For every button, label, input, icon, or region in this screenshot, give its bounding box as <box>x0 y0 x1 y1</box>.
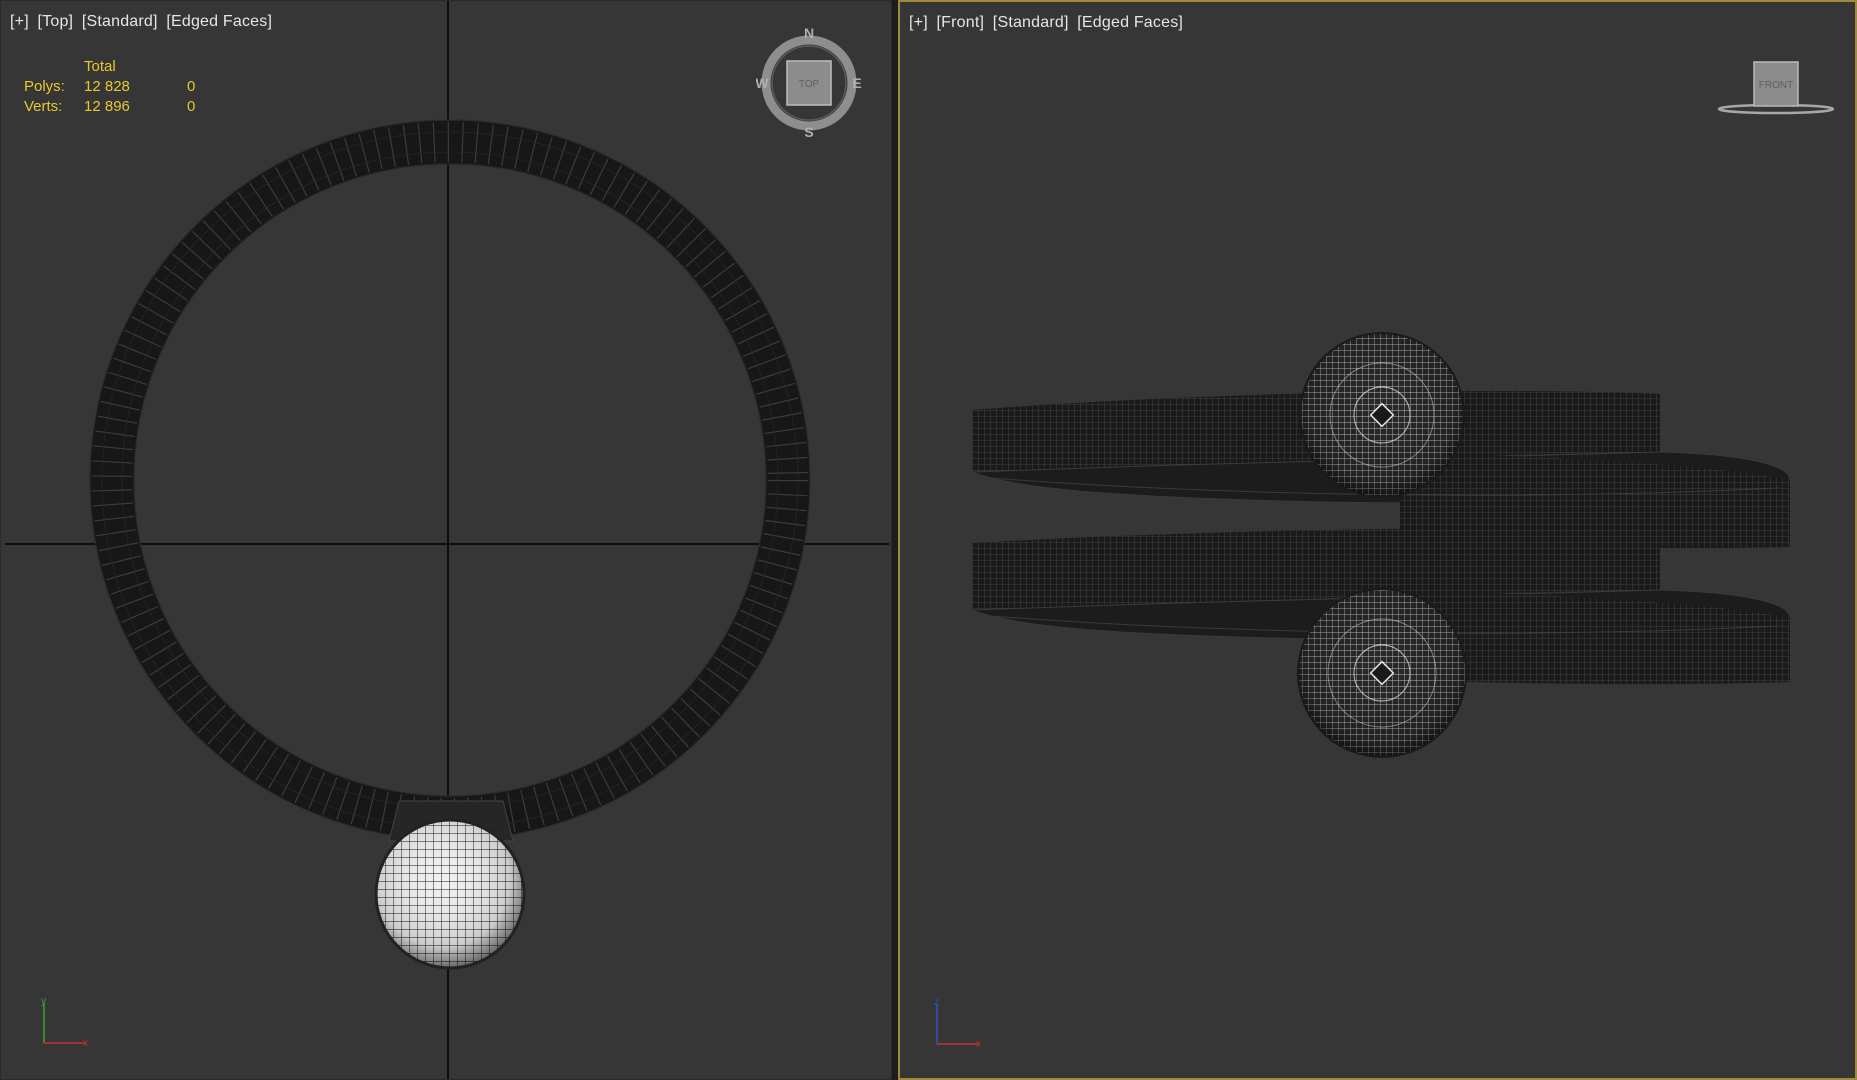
axis-z-label: z <box>934 997 939 1008</box>
axis-tripod-icon: y x <box>41 996 88 1049</box>
viewport-shading-quality-menu[interactable]: [Standard] <box>993 14 1069 31</box>
axis-y-label: y <box>41 996 46 1007</box>
ball-mesh[interactable] <box>374 818 526 970</box>
viewport-point-of-view-menu[interactable]: [Front] <box>937 14 985 31</box>
stats-polys-selected: 0 <box>187 78 196 95</box>
sphere-lower-mesh[interactable] <box>1297 588 1467 758</box>
viewcube-front[interactable]: FRONT <box>1714 58 1834 118</box>
sphere-upper-mesh[interactable] <box>1299 332 1465 498</box>
app-window: [+] [Top] [Standard] [Edged Faces] Total… <box>0 0 1857 1080</box>
viewport-menu-plus[interactable]: [+] <box>909 14 928 31</box>
stats-polys-total: 12 828 <box>84 78 130 95</box>
axis-tripod-icon: z x <box>934 997 981 1050</box>
ring-mesh[interactable] <box>89 119 811 841</box>
stats-verts-selected: 0 <box>187 98 196 115</box>
viewcube-front-label: FRONT <box>1759 80 1793 91</box>
viewcube-compass[interactable]: TOP N S E W <box>756 23 866 141</box>
top-view-scene[interactable] <box>1 1 892 1080</box>
stats-verts-total: 12 896 <box>84 98 130 115</box>
compass-east-label[interactable]: E <box>852 75 861 91</box>
front-viewport[interactable]: [+] [Front] [Standard] [Edged Faces] FRO… <box>898 0 1857 1080</box>
axis-x-label: x <box>976 1039 981 1050</box>
viewport-shading-quality-menu[interactable]: [Standard] <box>82 13 158 30</box>
compass-north-label[interactable]: N <box>804 25 814 41</box>
viewport-menu-plus[interactable]: [+] <box>10 13 29 30</box>
front-viewport-label: [+] [Front] [Standard] [Edged Faces] <box>909 14 1187 32</box>
compass-west-label[interactable]: W <box>756 75 769 91</box>
viewport-display-mode-menu[interactable]: [Edged Faces] <box>1077 14 1183 31</box>
front-view-scene[interactable] <box>900 2 1855 1078</box>
axis-x-label: x <box>83 1038 88 1049</box>
viewport-point-of-view-menu[interactable]: [Top] <box>38 13 74 30</box>
top-viewport[interactable]: [+] [Top] [Standard] [Edged Faces] Total… <box>0 0 892 1080</box>
viewport-display-mode-menu[interactable]: [Edged Faces] <box>166 13 272 30</box>
stats-verts-label: Verts: <box>24 98 63 115</box>
stats-polys-label: Polys: <box>24 78 65 95</box>
viewcube-top-label: TOP <box>799 79 820 90</box>
compass-south-label[interactable]: S <box>804 124 813 140</box>
stats-total-header: Total <box>84 58 116 75</box>
top-viewport-label: [+] [Top] [Standard] [Edged Faces] <box>10 13 276 31</box>
